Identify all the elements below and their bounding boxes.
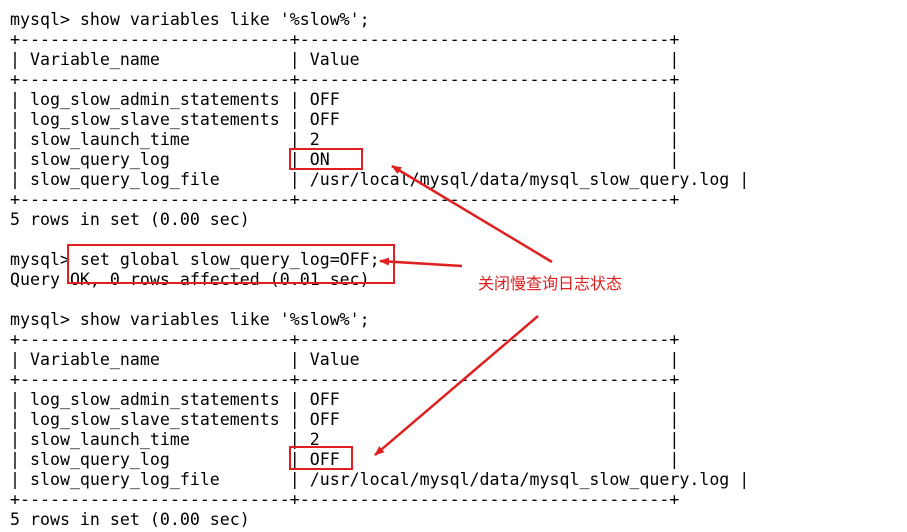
terminal-line: +---------------------------+-----------… [10, 490, 680, 509]
terminal-line: | slow_launch_time | 2 | [10, 130, 680, 149]
terminal-line: 5 rows in set (0.00 sec) [10, 210, 250, 229]
terminal-window[interactable]: mysql> show variables like '%slow%'; +--… [0, 0, 907, 532]
terminal-line: mysql> show variables like '%slow%'; [10, 10, 370, 29]
terminal-line: | slow_query_log_file | /usr/local/mysql… [10, 470, 750, 489]
terminal-line: | Variable_name | Value | [10, 350, 680, 369]
terminal-line: +---------------------------+-----------… [10, 190, 680, 209]
terminal-line: | log_slow_admin_statements | OFF | [10, 90, 680, 109]
terminal-line: +---------------------------+-----------… [10, 30, 680, 49]
annotation-label: 关闭慢查询日志状态 [478, 274, 623, 293]
highlight-off-value-box [289, 446, 353, 470]
highlight-on-value-box [289, 148, 363, 170]
terminal-line: | slow_query_log_file | /usr/local/mysql… [10, 170, 750, 189]
terminal-line: +---------------------------+-----------… [10, 70, 680, 89]
terminal-line: | log_slow_slave_statements | OFF | [10, 410, 680, 429]
terminal-line: +---------------------------+-----------… [10, 370, 680, 389]
terminal-line: | log_slow_admin_statements | OFF | [10, 390, 680, 409]
terminal-line: 5 rows in set (0.00 sec) [10, 510, 250, 529]
terminal-line: | Variable_name | Value | [10, 50, 680, 69]
terminal-line: | log_slow_slave_statements | OFF | [10, 110, 680, 129]
highlight-set-command-box [67, 244, 395, 284]
terminal-line: +---------------------------+-----------… [10, 330, 680, 349]
terminal-line: mysql> show variables like '%slow%'; [10, 310, 370, 329]
